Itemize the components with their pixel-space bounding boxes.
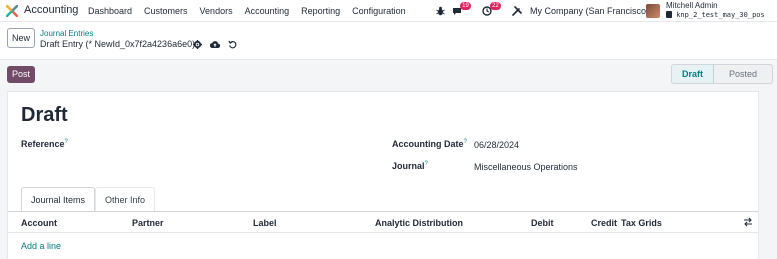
- tab-other-info[interactable]: Other Info: [95, 187, 156, 211]
- tab-divider: [8, 211, 758, 212]
- breadcrumb-journal-entries[interactable]: Journal Entries: [40, 29, 93, 38]
- settings-tools-button[interactable]: [512, 3, 522, 19]
- stage-posted[interactable]: Posted: [714, 65, 772, 83]
- journal-label: Journal?: [392, 161, 428, 171]
- column-debit[interactable]: Debit: [531, 218, 554, 228]
- column-toggle-icon[interactable]: [743, 217, 753, 227]
- odoo-logo-icon[interactable]: [6, 5, 18, 17]
- activities-button[interactable]: 22: [482, 2, 502, 19]
- column-analytic-distribution[interactable]: Analytic Distribution: [375, 218, 463, 228]
- reference-help-icon[interactable]: ?: [65, 139, 68, 145]
- company-switcher[interactable]: My Company (San Francisco): [530, 6, 649, 16]
- bug-icon: [436, 6, 445, 16]
- activities-badge: 22: [490, 2, 501, 10]
- main-menu: Dashboard Customers Vendors Accounting R…: [88, 6, 418, 16]
- statusbar: Draft Posted: [671, 64, 773, 84]
- reference-label-text: Reference: [21, 139, 65, 149]
- journal-field[interactable]: Miscellaneous Operations: [474, 162, 578, 172]
- reference-label: Reference?: [21, 139, 68, 149]
- user-name[interactable]: Mitchell Admin: [666, 1, 718, 10]
- form-sheet: Draft Reference? Accounting Date? 06/28/…: [7, 91, 759, 259]
- column-tax-grids[interactable]: Tax Grids: [621, 218, 662, 228]
- accounting-date-label-text: Accounting Date: [392, 139, 464, 149]
- menu-configuration[interactable]: Configuration: [352, 6, 406, 16]
- accounting-date-label: Accounting Date?: [392, 139, 467, 149]
- post-button[interactable]: Post: [7, 66, 35, 83]
- column-partner[interactable]: Partner: [132, 218, 164, 228]
- database-label: knp_2_test_may_30_pos: [676, 11, 765, 19]
- accounting-date-field[interactable]: 06/28/2024: [474, 140, 519, 150]
- app-name[interactable]: Accounting: [24, 4, 78, 16]
- record-title: Draft: [21, 104, 68, 126]
- tab-journal-items[interactable]: Journal Items: [21, 187, 96, 211]
- journal-label-text: Journal: [392, 161, 425, 171]
- column-credit[interactable]: Credit: [591, 218, 617, 228]
- avatar[interactable]: [646, 4, 660, 18]
- menu-vendors[interactable]: Vendors: [200, 6, 233, 16]
- journal-help-icon[interactable]: ?: [425, 161, 428, 167]
- control-panel: New Journal Entries Draft Entry (* NewId…: [0, 22, 777, 60]
- menu-dashboard[interactable]: Dashboard: [88, 6, 132, 16]
- table-header-divider: [8, 232, 758, 233]
- new-button[interactable]: New: [7, 28, 35, 48]
- messages-badge: 19: [460, 2, 471, 10]
- menu-customers[interactable]: Customers: [144, 6, 188, 16]
- discard-icon[interactable]: [227, 39, 237, 49]
- cloud-upload-icon[interactable]: [210, 39, 220, 49]
- debug-button[interactable]: [436, 3, 445, 19]
- messages-button[interactable]: 19: [452, 2, 472, 19]
- notebook-tabs: Journal Items Other Info: [21, 187, 156, 211]
- menu-reporting[interactable]: Reporting: [301, 6, 340, 16]
- database-name: knp_2_test_may_30_pos: [666, 11, 765, 19]
- column-account[interactable]: Account: [21, 218, 57, 228]
- tools-icon: [512, 6, 522, 16]
- add-line-link[interactable]: Add a line: [21, 241, 61, 251]
- gear-icon[interactable]: [192, 39, 202, 49]
- top-navbar: Accounting Dashboard Customers Vendors A…: [0, 0, 777, 22]
- menu-accounting[interactable]: Accounting: [245, 6, 290, 16]
- column-label[interactable]: Label: [253, 218, 277, 228]
- breadcrumb-current-record: Draft Entry (* NewId_0x7f2a4236a6e0): [40, 39, 196, 49]
- stage-draft[interactable]: Draft: [672, 65, 714, 83]
- accounting-date-help-icon[interactable]: ?: [464, 139, 467, 145]
- database-icon: [666, 11, 672, 18]
